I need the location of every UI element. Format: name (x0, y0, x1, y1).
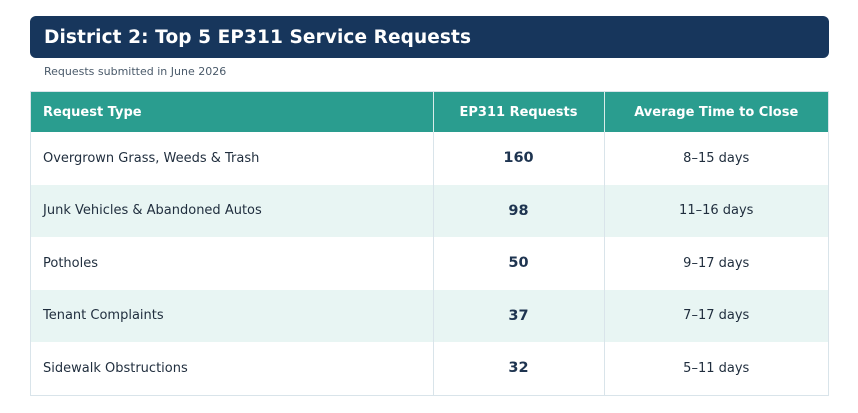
request-type-cell: Potholes (31, 237, 434, 290)
column-header-ep311-requests: EP311 Requests (433, 92, 605, 132)
time-to-close-cell: 7–17 days (604, 289, 828, 342)
table-row: Tenant Complaints 37 7–17 days (31, 289, 828, 342)
requests-table-container: Request Type EP311 Requests Average Time… (30, 91, 829, 396)
table-row: Sidewalk Obstructions 32 5–11 days (31, 342, 828, 395)
request-count-cell: 50 (433, 237, 605, 290)
table-row: Potholes 50 9–17 days (31, 237, 828, 290)
request-type-cell: Junk Vehicles & Abandoned Autos (31, 184, 434, 237)
table-header-row: Request Type EP311 Requests Average Time… (31, 92, 828, 132)
table-row: Junk Vehicles & Abandoned Autos 98 11–16… (31, 184, 828, 237)
page-subtitle: Requests submitted in June 2026 (44, 65, 227, 78)
request-type-cell: Sidewalk Obstructions (31, 342, 434, 395)
page-title: District 2: Top 5 EP311 Service Requests (44, 26, 472, 48)
table-row: Overgrown Grass, Weeds & Trash 160 8–15 … (31, 132, 828, 185)
request-type-cell: Tenant Complaints (31, 289, 434, 342)
column-header-average-time: Average Time to Close (604, 92, 828, 132)
requests-table: Request Type EP311 Requests Average Time… (31, 92, 828, 395)
time-to-close-cell: 9–17 days (683, 255, 750, 271)
time-to-close-cell: 11–16 days (604, 184, 828, 237)
request-count-cell: 160 (433, 132, 605, 185)
time-to-close-cell: 8–15 days (683, 150, 750, 166)
request-count-cell: 37 (433, 289, 605, 342)
time-to-close-cell: 5–11 days (683, 360, 750, 376)
title-bar: District 2: Top 5 EP311 Service Requests (30, 16, 829, 58)
column-header-request-type: Request Type (31, 92, 434, 132)
request-type-cell: Overgrown Grass, Weeds & Trash (31, 132, 434, 185)
request-count-cell: 98 (433, 184, 605, 237)
request-count-cell: 32 (433, 342, 605, 395)
